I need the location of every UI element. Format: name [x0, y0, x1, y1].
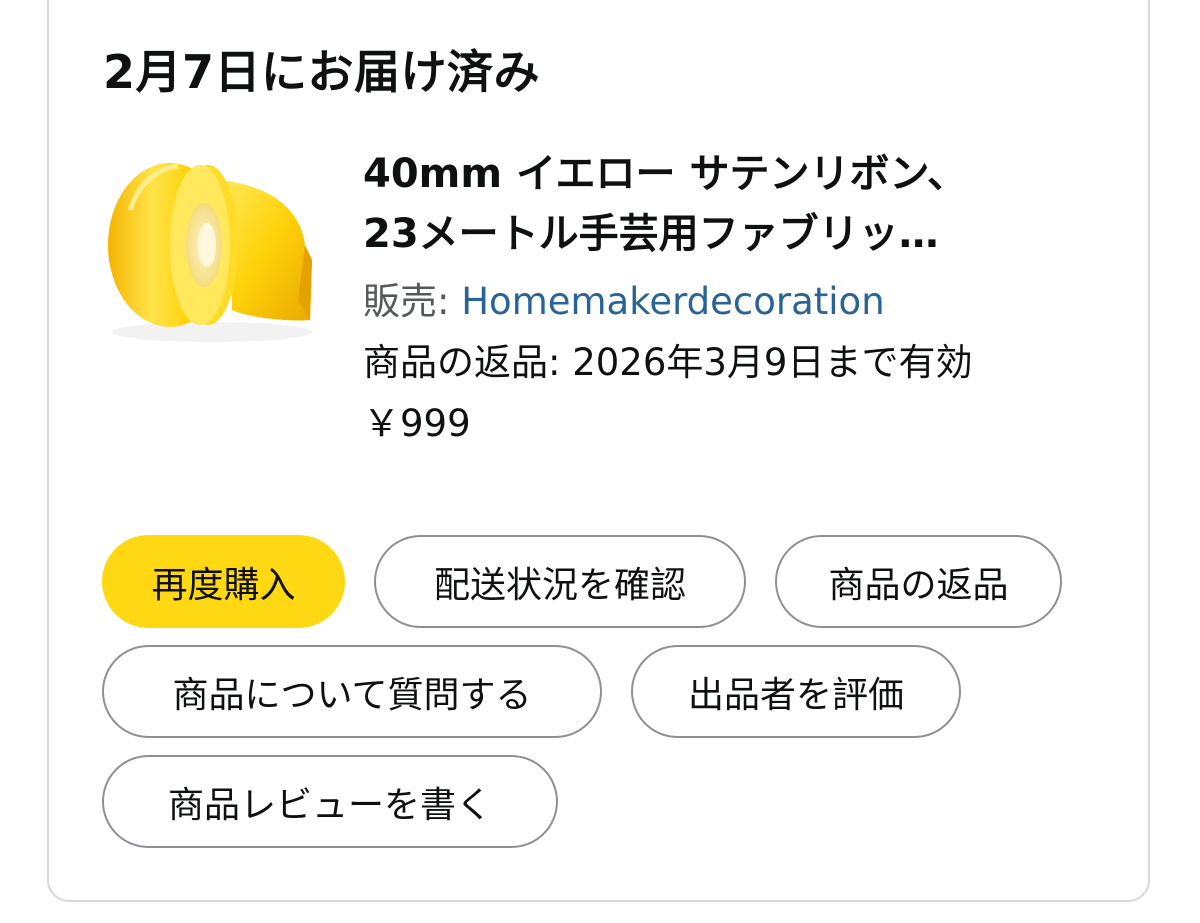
rate-seller-button[interactable]: 出品者を評価 — [631, 645, 961, 738]
product-price: ￥999 — [363, 402, 471, 445]
product-title-line-1: 40mm イエロー サテンリボン、 — [363, 151, 968, 197]
track-package-button[interactable]: 配送状況を確認 — [374, 535, 746, 628]
seller-line: 販売: Homemakerdecoration — [363, 277, 885, 327]
product-image[interactable] — [100, 150, 325, 350]
seller-label: 販売: — [363, 280, 462, 323]
yellow-ribbon-spool-image — [108, 163, 312, 342]
ask-question-button[interactable]: 商品について質問する — [102, 645, 602, 738]
buy-again-button[interactable]: 再度購入 — [102, 535, 345, 628]
write-review-button[interactable]: 商品レビューを書く — [102, 755, 558, 848]
return-item-button[interactable]: 商品の返品 — [775, 535, 1062, 628]
seller-name-link[interactable]: Homemakerdecoration — [461, 280, 884, 323]
return-eligibility-text: 商品の返品: 2026年3月9日まで有効 — [363, 341, 973, 384]
delivery-status-title: 2月7日にお届け済み — [103, 45, 541, 99]
product-title-line-2: 23メートル手芸用ファブリッ… — [363, 211, 939, 257]
product-title-link[interactable]: 40mm イエロー サテンリボン、 23メートル手芸用ファブリッ… — [363, 144, 1083, 264]
